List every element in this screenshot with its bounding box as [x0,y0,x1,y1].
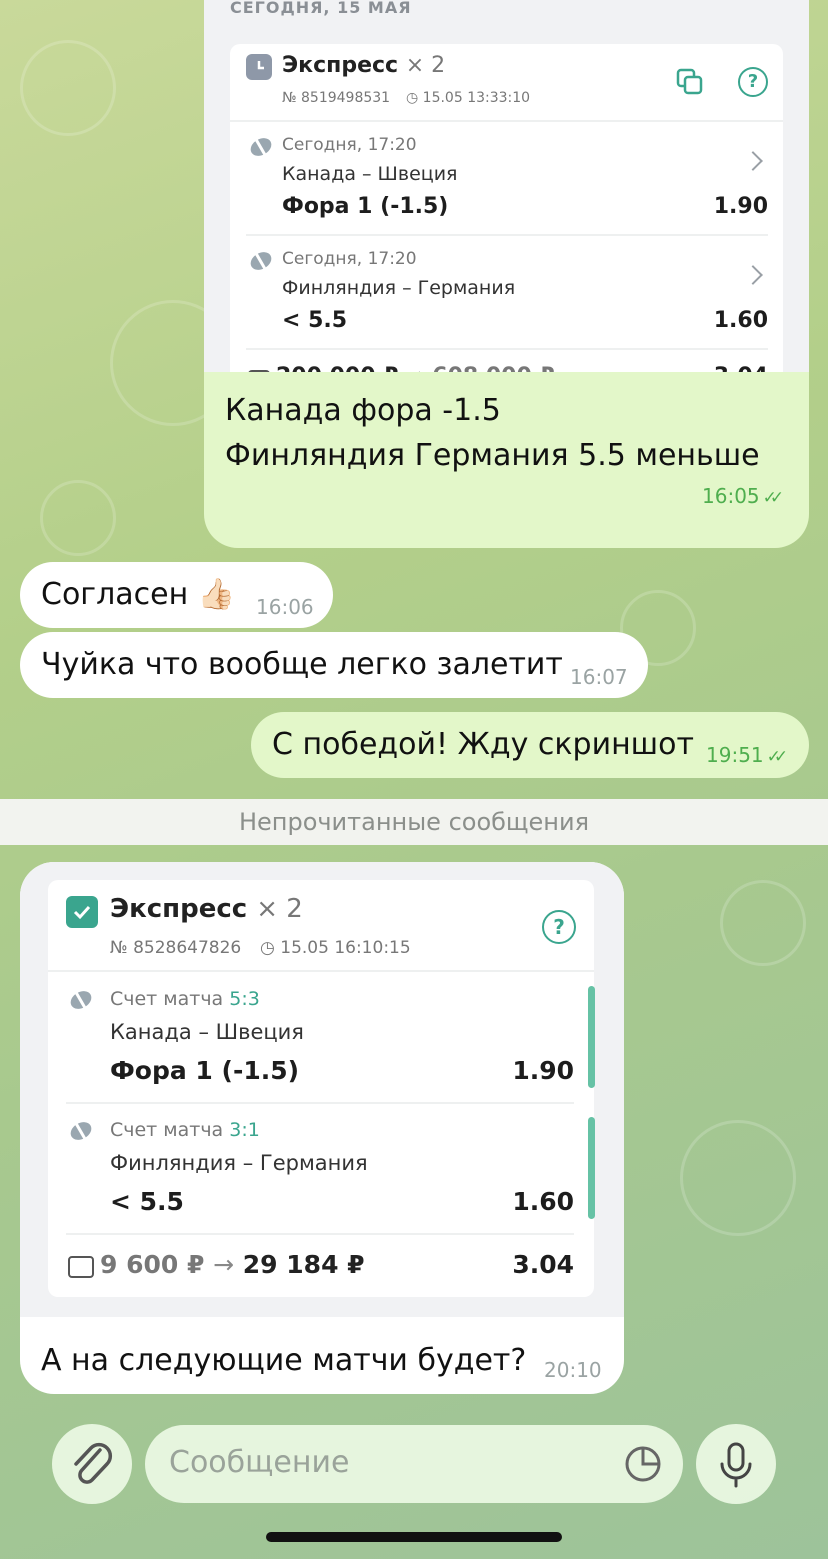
bet-title: Экспресс × 2 [282,53,446,78]
chevron-right-icon[interactable] [743,265,763,285]
message-text: С победой! Жду скриншот [272,727,694,762]
home-indicator[interactable] [266,1532,562,1542]
attach-button[interactable] [52,1424,132,1504]
win-indicator [588,1117,595,1219]
chevron-right-icon[interactable] [743,151,763,171]
leg-when: Сегодня, 17:20 [282,135,417,155]
sticker-icon[interactable] [623,1444,663,1484]
leg-teams: Финляндия – Германия [282,277,516,299]
incoming-message-with-image[interactable]: Экспресс × 2 № 8528647826 ◷ 15.05 16:10:… [20,862,624,1394]
hockey-icon [67,1118,95,1144]
unread-messages-divider: Непрочитанные сообщения [0,799,828,845]
win-indicator [588,986,595,1088]
read-checkmarks-icon: ✓✓ [762,488,784,508]
bet-screenshot[interactable]: СЕГОДНЯ, 15 МАЯ Экспресс × 2 № 851949853… [204,0,809,372]
leg-when: Сегодня, 17:20 [282,249,417,269]
leg-odd: 1.60 [713,308,768,333]
bet-number: № 8528647826 [110,938,242,958]
outgoing-message[interactable]: С победой! Жду скриншот 19:51 ✓✓ [251,712,809,778]
separator [48,970,594,972]
message-text: Согласен 👍🏻 [41,577,236,612]
date-header: СЕГОДНЯ, 15 МАЯ [230,0,412,17]
leg-market: < 5.5 [282,308,348,333]
message-time: 20:10 [544,1358,602,1382]
stake-line: 9 600 ₽ → 29 184 ₽ [100,1250,365,1279]
bet-screenshot[interactable]: Экспресс × 2 № 8528647826 ◷ 15.05 16:10:… [20,862,624,1317]
separator [246,234,768,236]
microphone-icon [720,1442,752,1488]
message-input-placeholder: Сообщение [169,1445,350,1480]
clock-icon [246,54,272,80]
hockey-icon [247,134,275,160]
leg-teams: Канада – Швеция [282,163,458,185]
separator [66,1233,574,1235]
hockey-icon [67,987,95,1013]
message-time: 16:05 ✓✓ [702,484,784,508]
leg-market: < 5.5 [110,1187,184,1216]
read-checkmarks-icon: ✓✓ [766,747,788,767]
leg-market: Фора 1 (-1.5) [282,194,449,219]
separator [246,348,768,350]
leg-market: Фора 1 (-1.5) [110,1056,300,1085]
stake-line: 200 000 ₽ → 608 000 ₽ [276,364,555,372]
bet-card: Экспресс × 2 № 8528647826 ◷ 15.05 16:10:… [48,880,595,1297]
bet-card: Экспресс × 2 № 8519498531 ◷ 15.05 13:33:… [230,44,783,372]
time-icon: ◷ [260,938,275,958]
help-icon[interactable]: ? [542,910,576,944]
total-odd: 3.04 [670,364,768,372]
bet-datetime: ◷ 15.05 13:33:10 [406,90,531,106]
message-text: А на следующие матчи будет? [41,1343,527,1378]
incoming-message[interactable]: Согласен 👍🏻 16:06 [20,562,333,628]
message-time: 16:07 [570,665,628,689]
bet-datetime: ◷ 15.05 16:10:15 [260,938,411,958]
voice-message-button[interactable] [696,1424,776,1504]
separator [230,120,783,122]
outgoing-message-with-image[interactable]: СЕГОДНЯ, 15 МАЯ Экспресс × 2 № 851949853… [204,0,809,548]
bet-number: № 8519498531 [282,90,391,106]
copy-icon[interactable] [676,68,704,96]
message-input[interactable]: Сообщение [145,1425,683,1503]
wallet-icon [68,1256,94,1278]
help-icon[interactable]: ? [738,67,768,97]
message-text: Чуйка что вообще легко залетит [41,647,563,682]
message-text: Канада фора -1.5 Финляндия Германия 5.5 … [225,393,760,473]
hockey-icon [247,248,275,274]
leg-odd: 1.90 [512,1056,574,1085]
message-time: 16:06 [256,595,314,619]
leg-score: Счет матча 3:1 [110,1119,260,1141]
leg-odd: 1.60 [512,1187,574,1216]
incoming-message[interactable]: Чуйка что вообще легко залетит 16:07 [20,632,648,698]
leg-teams: Финляндия – Германия [110,1151,368,1175]
bet-title: Экспресс × 2 [110,894,303,924]
leg-score: Счет матча 5:3 [110,988,260,1010]
leg-odd: 1.90 [713,194,768,219]
separator [66,1102,574,1104]
paperclip-icon [74,1442,113,1484]
leg-teams: Канада – Швеция [110,1020,304,1044]
checkbox-icon [66,896,98,928]
total-odd: 3.04 [512,1250,574,1279]
wallet-icon [248,370,270,372]
message-time: 19:51 ✓✓ [706,743,788,767]
time-icon: ◷ [406,90,419,106]
